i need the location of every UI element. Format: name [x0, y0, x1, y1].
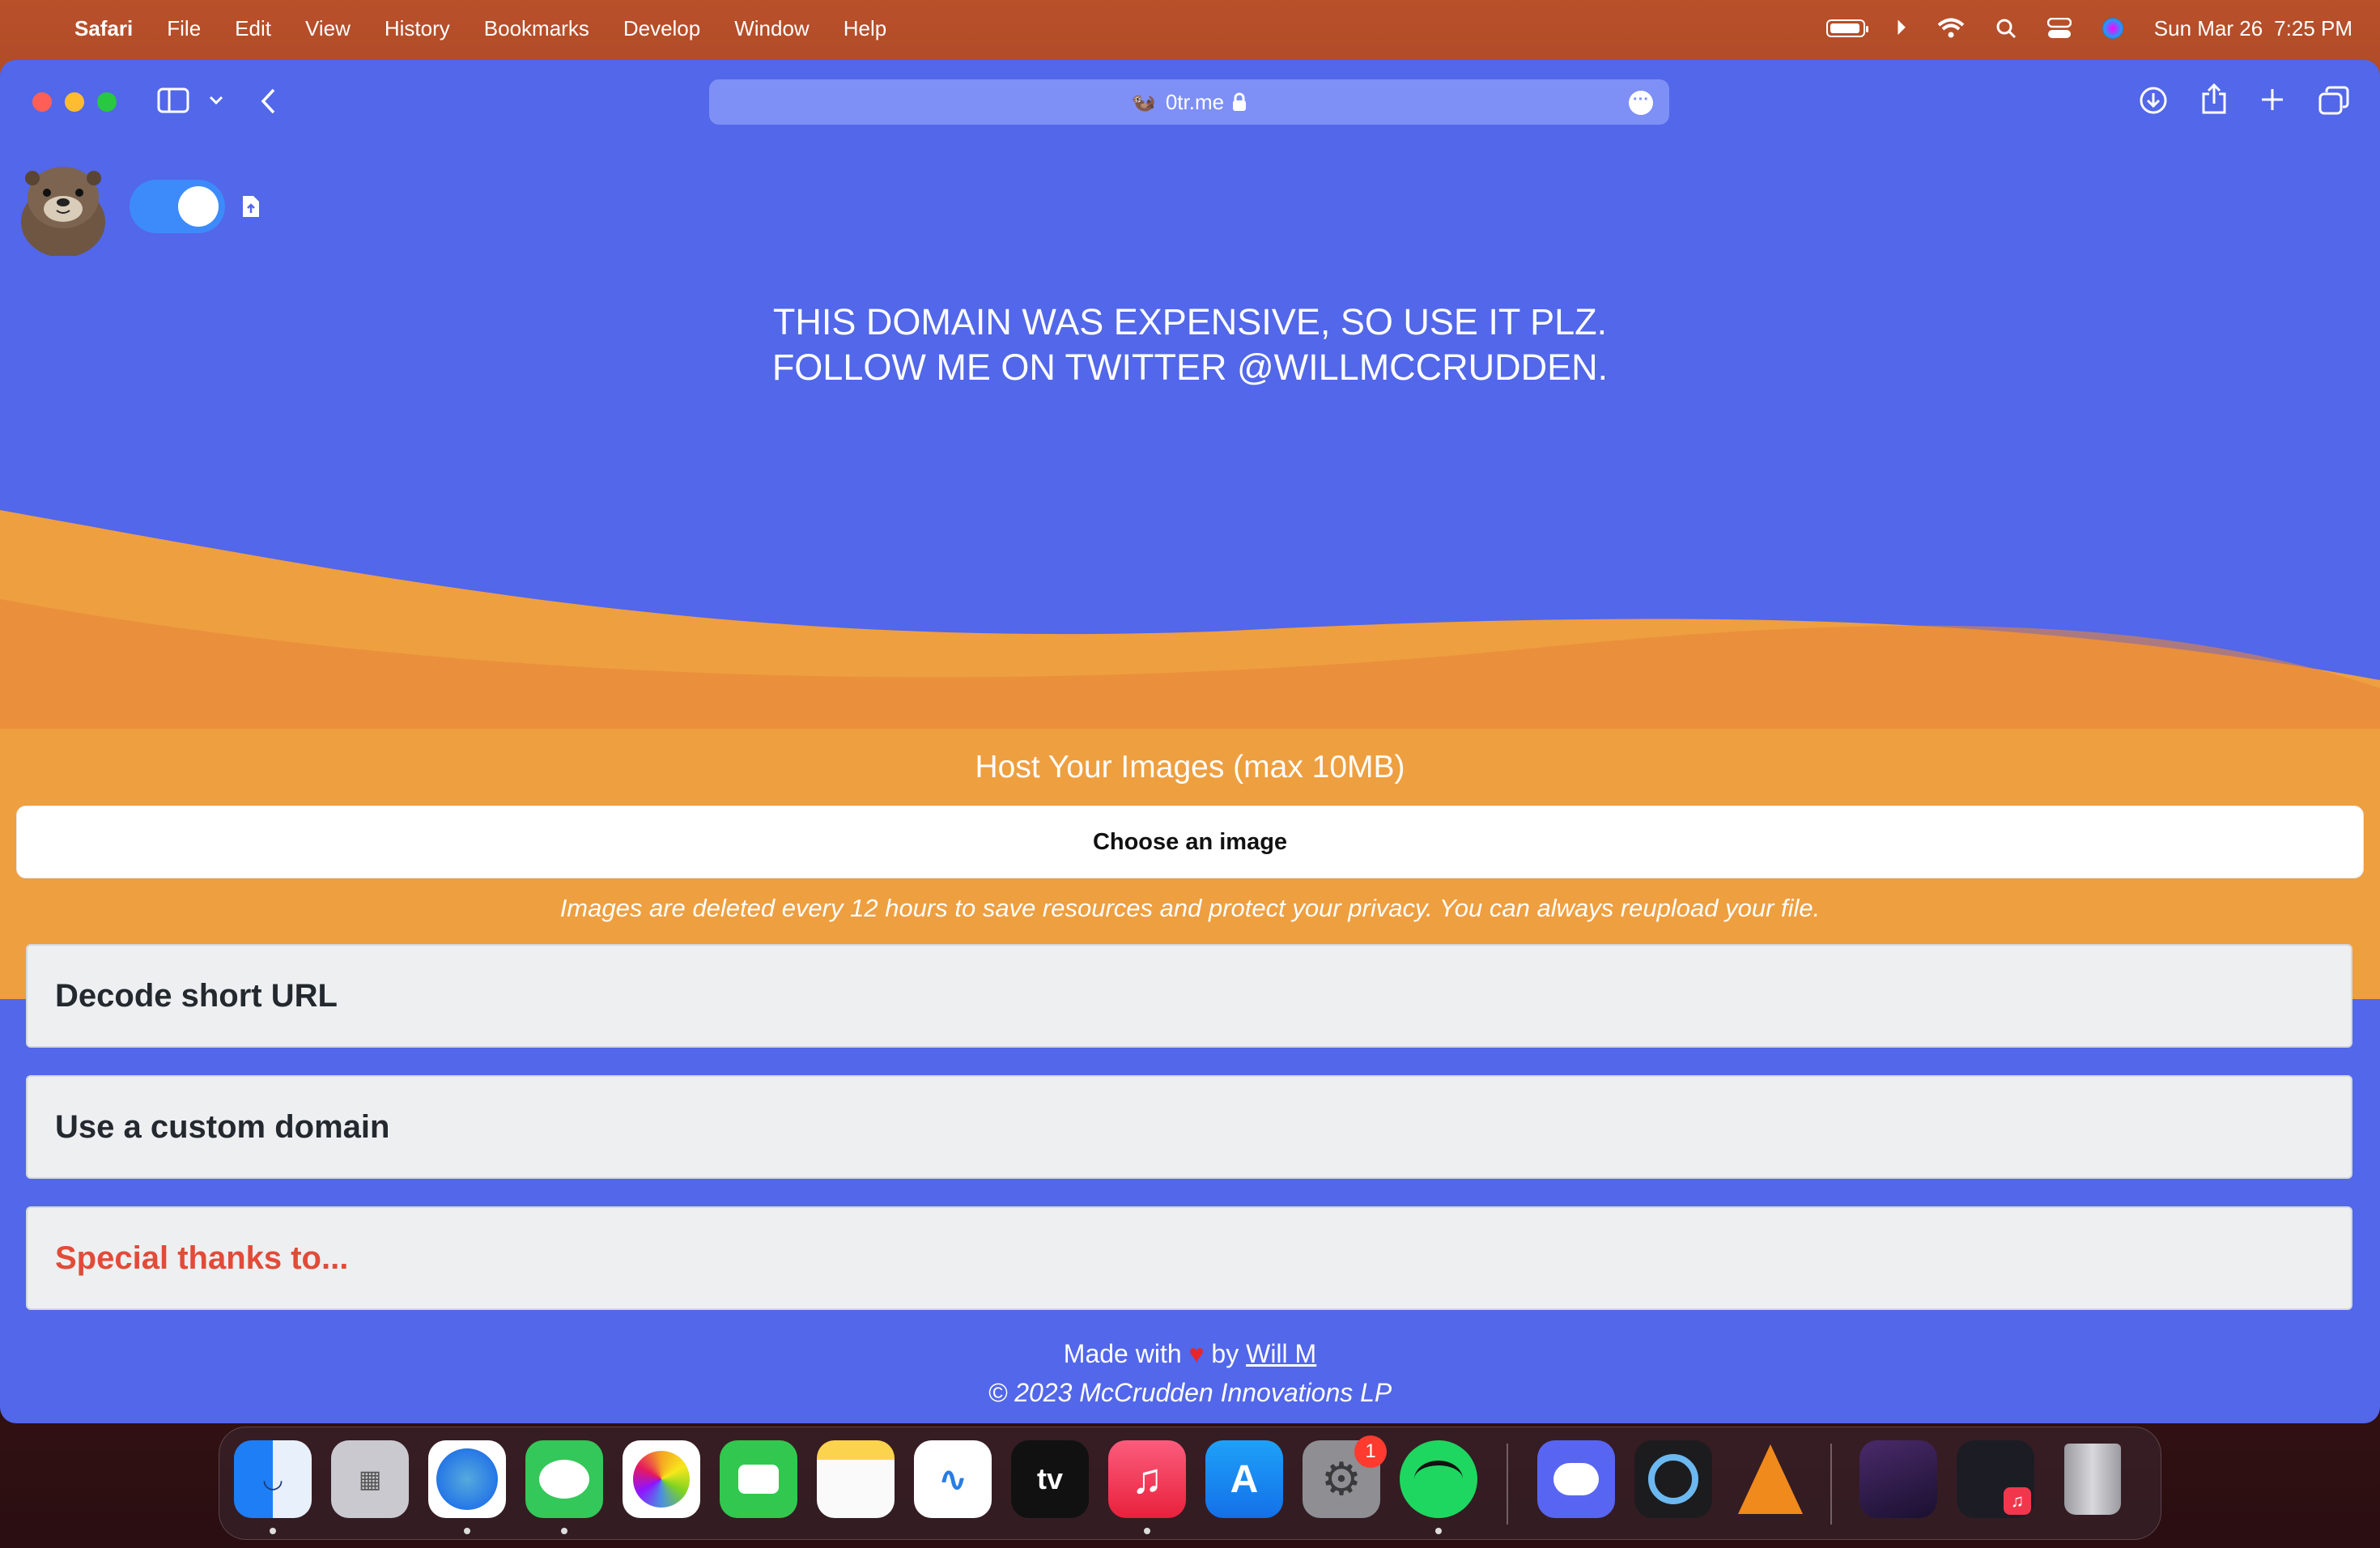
special-thanks-accordion[interactable]: Special thanks to... [26, 1206, 2352, 1310]
otter-logo-icon[interactable] [18, 160, 108, 256]
dock-trash-icon[interactable] [2054, 1440, 2131, 1518]
footer: Made with ♥ by Will M © 2023 McCrudden I… [0, 1334, 2380, 1412]
menu-history[interactable]: History [385, 16, 450, 41]
menu-edit[interactable]: Edit [235, 16, 271, 41]
safari-running-dot [464, 1528, 470, 1534]
address-bar[interactable]: 🦦 0tr.me ··· [709, 79, 1669, 125]
close-window-button[interactable] [32, 92, 52, 112]
siri-icon[interactable] [2102, 18, 2123, 39]
dock-launchpad-icon[interactable]: ▦ [331, 1440, 409, 1518]
page-menu-icon[interactable]: ··· [1629, 91, 1653, 115]
dock-separator [1507, 1444, 1508, 1525]
downloads-icon[interactable] [2139, 86, 2168, 115]
dock: ◡ ▦ ∿ tv ♫ A ⚙ 1 ♫ [219, 1427, 2161, 1540]
dock-app-store-icon[interactable]: A [1205, 1440, 1283, 1518]
browser-toolbar: 🦦 0tr.me ··· [0, 60, 2380, 146]
tab-overview-icon[interactable] [2318, 86, 2349, 115]
dock-minimized-window-1[interactable] [1859, 1440, 1937, 1518]
messages-running-dot [561, 1528, 567, 1534]
menu-bookmarks[interactable]: Bookmarks [484, 16, 589, 41]
dock-notes-icon[interactable] [817, 1440, 895, 1518]
spotlight-search-icon[interactable] [1995, 18, 2017, 39]
new-tab-icon[interactable] [2260, 87, 2284, 112]
dock-safari-icon[interactable] [428, 1440, 506, 1518]
dock-quicktime-icon[interactable] [1634, 1440, 1712, 1518]
minimize-window-button[interactable] [65, 92, 84, 112]
tagline: THIS DOMAIN WAS EXPENSIVE, SO USE IT PLZ… [0, 300, 2380, 390]
music-running-dot [1144, 1528, 1150, 1534]
footer-credit: Made with ♥ by Will M [0, 1334, 2380, 1373]
dock-facetime-icon[interactable] [720, 1440, 797, 1518]
tagline-line-2: FOLLOW ME ON TWITTER @WILLMCCRUDDEN. [771, 347, 1609, 388]
back-icon[interactable] [259, 87, 277, 115]
dock-messages-icon[interactable] [525, 1440, 603, 1518]
finder-running-dot [270, 1528, 276, 1534]
menu-develop[interactable]: Develop [623, 16, 700, 41]
safari-window: 🦦 0tr.me ··· THIS DOMAIN WAS EXPENSIVE, … [0, 60, 2380, 1423]
lock-icon [1233, 92, 1247, 111]
chevron-down-icon[interactable] [209, 96, 223, 105]
sidebar-icon[interactable] [157, 87, 189, 113]
dock-photos-icon[interactable] [623, 1440, 700, 1518]
zoom-window-button[interactable] [97, 92, 117, 112]
wifi-icon[interactable] [1937, 18, 1965, 39]
copyright: © 2023 McCrudden Innovations LP [988, 1378, 1392, 1407]
dock-finder-icon[interactable]: ◡ [234, 1440, 312, 1518]
tv-label: tv [1036, 1462, 1063, 1495]
menu-app-safari[interactable]: Safari [74, 16, 133, 41]
dock-spotify-icon[interactable] [1400, 1440, 1477, 1518]
otter-favicon-icon: 🦦 [1131, 91, 1156, 113]
file-upload-icon[interactable] [241, 194, 261, 219]
dock-tv-icon[interactable]: tv [1011, 1440, 1089, 1518]
share-icon[interactable] [2200, 83, 2228, 115]
custom-domain-accordion[interactable]: Use a custom domain [26, 1075, 2352, 1179]
by-text: by [1211, 1339, 1239, 1368]
web-page: THIS DOMAIN WAS EXPENSIVE, SO USE IT PLZ… [0, 146, 2380, 1423]
tagline-line-1: THIS DOMAIN WAS EXPENSIVE, SO USE IT PLZ… [772, 301, 1608, 342]
made-with-text: Made with [1063, 1339, 1182, 1368]
menu-window[interactable]: Window [734, 16, 809, 41]
choose-image-button[interactable]: Choose an image [16, 806, 2364, 878]
upload-privacy-note: Images are deleted every 12 hours to sav… [559, 894, 1821, 922]
decode-short-url-accordion[interactable]: Decode short URL [26, 944, 2352, 1048]
menubar-time[interactable]: 7:25 PM [2274, 16, 2352, 41]
control-center-icon[interactable] [2046, 18, 2072, 39]
settings-notification-badge: 1 [1354, 1435, 1387, 1468]
menu-help[interactable]: Help [844, 16, 886, 41]
now-playing-icon[interactable]: ⏵ [1896, 15, 1906, 41]
dock-separator-2 [1830, 1444, 1832, 1525]
menubar-date[interactable]: Sun Mar 26 [2154, 16, 2263, 41]
upload-title: Host Your Images (max 10MB) [975, 750, 1405, 785]
dock-discord-icon[interactable] [1537, 1440, 1615, 1518]
battery-icon[interactable] [1825, 19, 1868, 37]
spotify-running-dot [1435, 1528, 1442, 1534]
menu-view[interactable]: View [305, 16, 351, 41]
toggle-knob [178, 186, 219, 227]
heart-icon: ♥ [1188, 1339, 1205, 1368]
author-link[interactable]: Will M [1246, 1339, 1316, 1368]
theme-toggle-switch[interactable] [130, 180, 225, 233]
dock-minimized-window-2[interactable]: ♫ [1957, 1440, 2034, 1518]
dock-music-icon[interactable]: ♫ [1108, 1440, 1186, 1518]
url-text: 0tr.me [1165, 89, 1225, 114]
dock-vlc-icon[interactable] [1732, 1440, 1809, 1518]
menu-bar: Safari File Edit View History Bookmarks … [0, 0, 2380, 57]
menu-file[interactable]: File [167, 16, 201, 41]
dock-freeform-icon[interactable]: ∿ [914, 1440, 992, 1518]
